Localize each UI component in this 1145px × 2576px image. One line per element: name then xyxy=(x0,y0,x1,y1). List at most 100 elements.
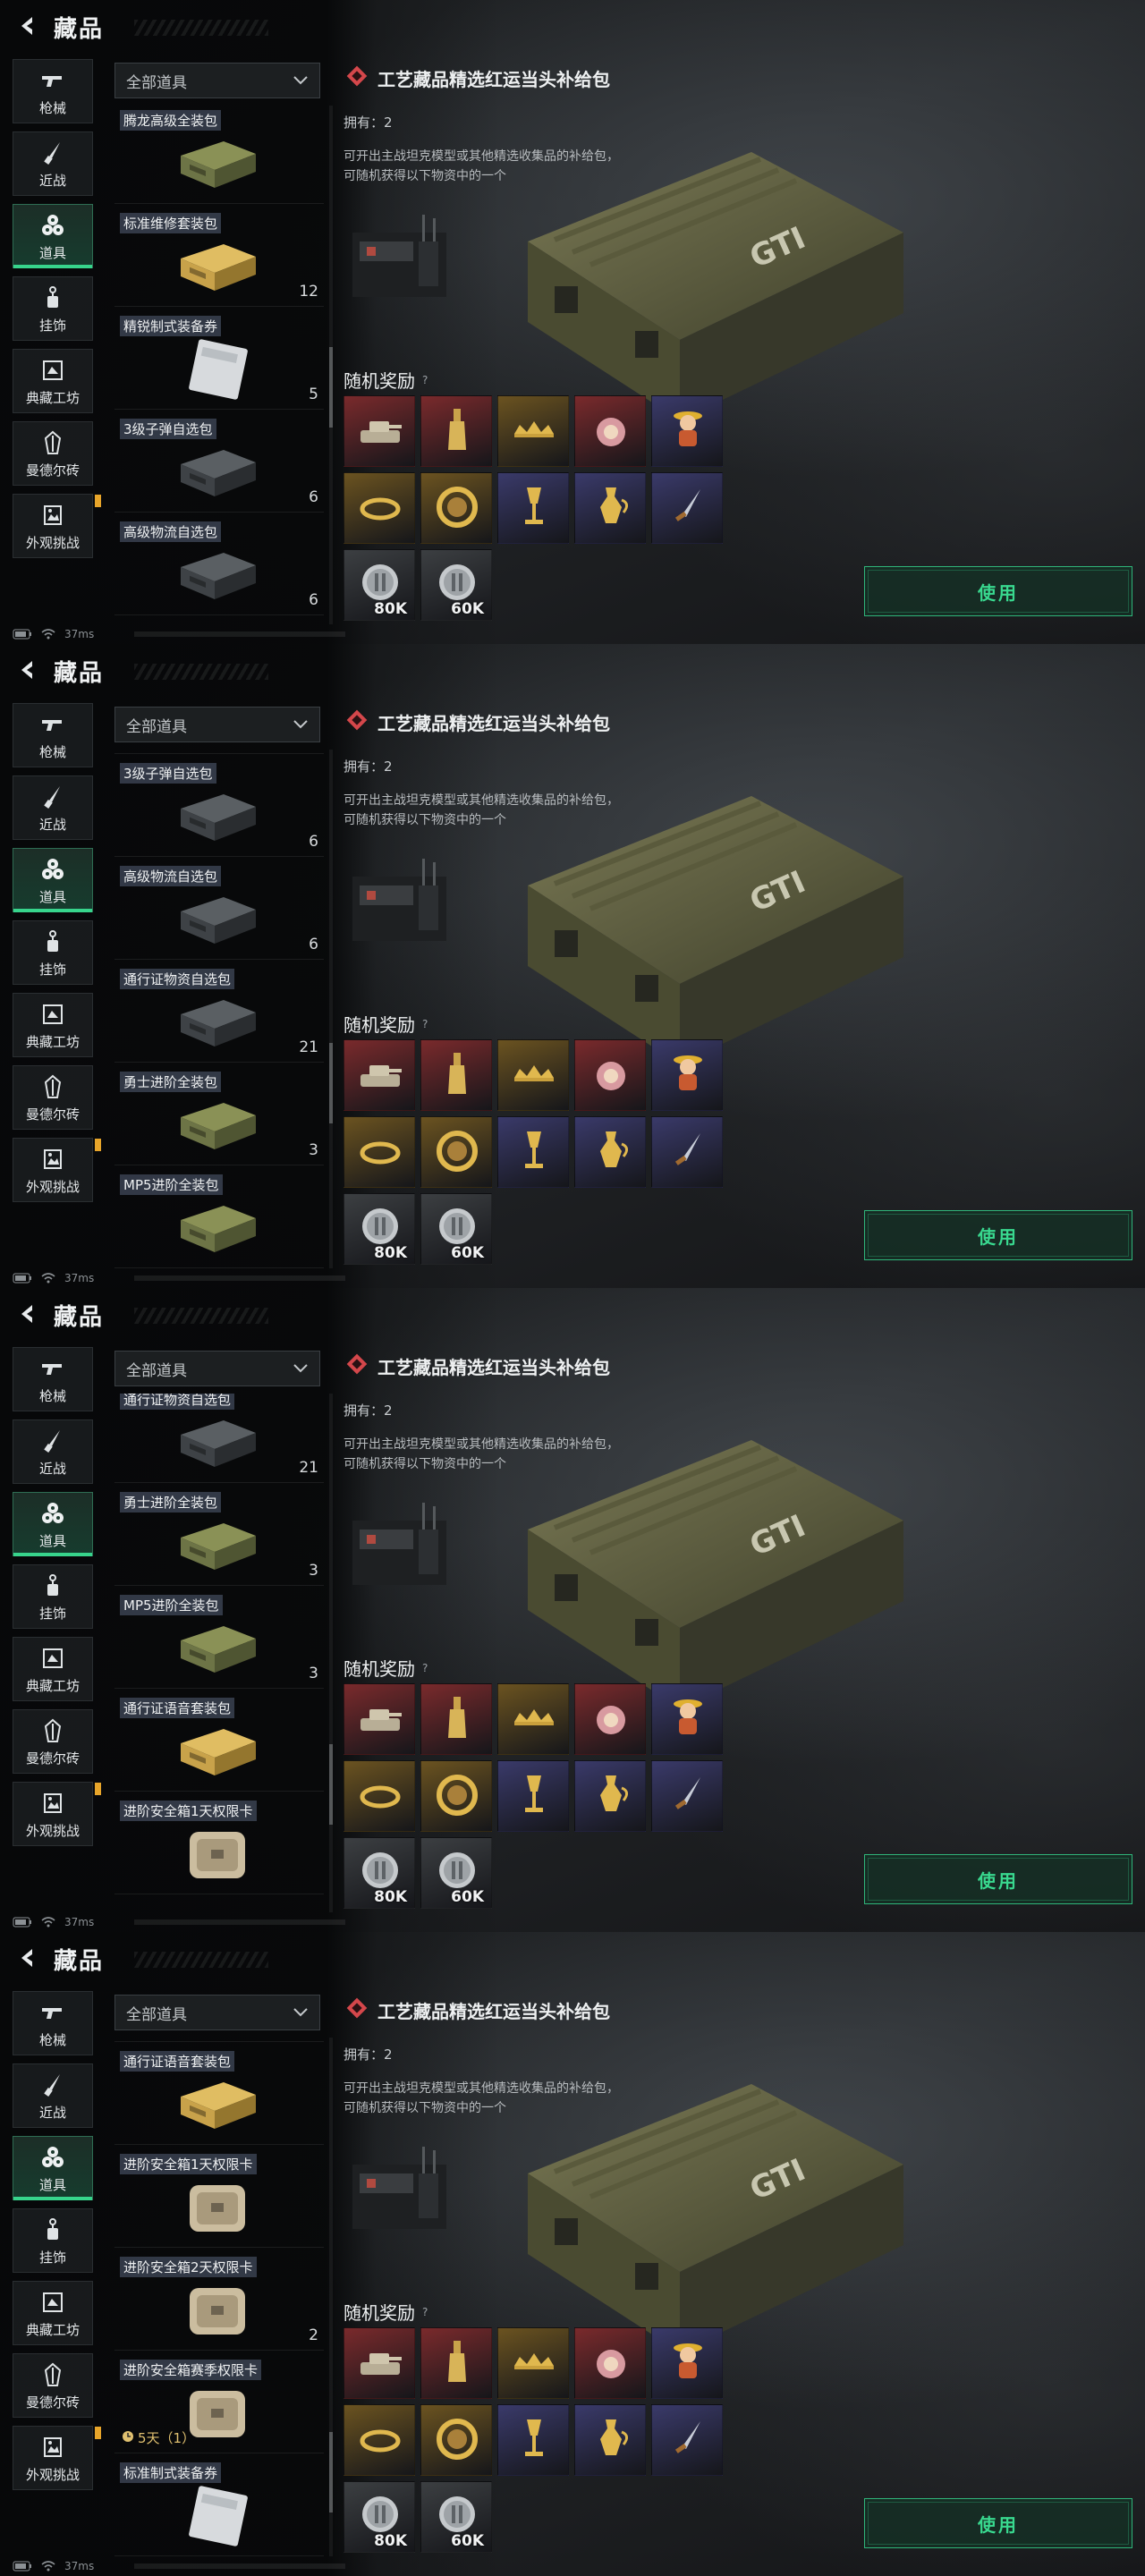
nav-item[interactable]: 枪械 xyxy=(13,1347,93,1411)
filter-dropdown[interactable]: 全部道具 xyxy=(114,63,320,98)
list-item[interactable]: 3级子弹自选包 6 xyxy=(114,414,324,513)
list-item[interactable]: 3级子弹自选包 6 xyxy=(114,758,324,857)
nav-item[interactable]: 道具 xyxy=(13,848,93,912)
reward-item[interactable] xyxy=(574,472,646,544)
reward-item[interactable]: 80K xyxy=(344,2481,415,2553)
nav-item[interactable]: 挂饰 xyxy=(13,2208,93,2273)
nav-item[interactable]: 典藏工坊 xyxy=(13,349,93,413)
filter-dropdown[interactable]: 全部道具 xyxy=(114,707,320,742)
use-button[interactable]: 使用 xyxy=(864,566,1132,616)
scrollbar-thumb[interactable] xyxy=(329,2432,333,2512)
list-item[interactable]: 通行证语音套装包 xyxy=(114,2046,324,2145)
list-item[interactable]: MP5进阶全装包 3 xyxy=(114,1590,324,1689)
nav-item[interactable]: 挂饰 xyxy=(13,1564,93,1629)
list-item[interactable]: 勇士进阶全装包 3 xyxy=(114,1067,324,1165)
nav-item[interactable]: 近战 xyxy=(13,2063,93,2128)
nav-item[interactable]: 枪械 xyxy=(13,703,93,767)
use-button[interactable]: 使用 xyxy=(864,2498,1132,2548)
reward-item[interactable] xyxy=(651,1760,723,1832)
reward-item[interactable] xyxy=(420,395,492,467)
reward-item[interactable] xyxy=(344,2404,415,2476)
help-icon[interactable]: ? xyxy=(422,2306,428,2318)
nav-item[interactable]: 外观挑战 xyxy=(13,494,101,558)
reward-item[interactable] xyxy=(651,1039,723,1111)
list-item[interactable]: 进阶安全箱2天权限卡 2 xyxy=(114,2252,324,2351)
list-item[interactable]: 标准维修套装包 12 xyxy=(114,208,324,307)
nav-item[interactable]: 挂饰 xyxy=(13,276,93,341)
nav-item[interactable]: 道具 xyxy=(13,204,93,268)
reward-item[interactable] xyxy=(344,1760,415,1832)
use-button[interactable]: 使用 xyxy=(864,1854,1132,1904)
reward-item[interactable] xyxy=(574,1039,646,1111)
nav-item[interactable]: 道具 xyxy=(13,2136,93,2200)
reward-item[interactable]: 60K xyxy=(420,1193,492,1265)
reward-item[interactable] xyxy=(497,395,569,467)
reward-item[interactable] xyxy=(574,1683,646,1755)
nav-item[interactable]: 典藏工坊 xyxy=(13,2281,93,2345)
list-item[interactable]: MP5进阶全装包 xyxy=(114,1170,324,1268)
reward-item[interactable] xyxy=(574,1760,646,1832)
nav-item[interactable]: 近战 xyxy=(13,775,93,840)
list-item[interactable]: 高级物流自选包 6 xyxy=(114,861,324,960)
scrollbar-thumb[interactable] xyxy=(329,1744,333,1825)
help-icon[interactable]: ? xyxy=(422,374,428,386)
list-item[interactable]: 精锐制式装备券 5 xyxy=(114,311,324,410)
reward-item[interactable] xyxy=(651,1116,723,1188)
reward-item[interactable] xyxy=(497,1039,569,1111)
list-scrollbar[interactable] xyxy=(329,106,333,624)
reward-item[interactable] xyxy=(420,1760,492,1832)
list-item[interactable]: 通行证物资自选包 21 xyxy=(114,1394,324,1483)
nav-item[interactable]: 典藏工坊 xyxy=(13,993,93,1057)
reward-item[interactable] xyxy=(344,1039,415,1111)
help-icon[interactable]: ? xyxy=(422,1662,428,1674)
reward-item[interactable] xyxy=(497,2327,569,2399)
reward-item[interactable] xyxy=(497,1116,569,1188)
back-button[interactable] xyxy=(13,1945,43,1975)
reward-item[interactable] xyxy=(651,1683,723,1755)
nav-item[interactable]: 枪械 xyxy=(13,1991,93,2055)
scrollbar-thumb[interactable] xyxy=(329,347,333,428)
use-button[interactable]: 使用 xyxy=(864,1210,1132,1260)
reward-item[interactable] xyxy=(574,2404,646,2476)
reward-item[interactable]: 80K xyxy=(344,549,415,621)
list-item[interactable]: 勇士进阶全装包 3 xyxy=(114,1487,324,1586)
back-button[interactable] xyxy=(13,13,43,43)
reward-item[interactable] xyxy=(344,2327,415,2399)
nav-item[interactable]: 外观挑战 xyxy=(13,2426,101,2490)
list-item[interactable]: 高级物流自选包 6 xyxy=(114,517,324,615)
list-item[interactable]: 进阶安全箱赛季权限卡 5天（1） xyxy=(114,2355,324,2453)
list-item[interactable]: 进阶安全箱1天权限卡 xyxy=(114,2149,324,2248)
reward-item[interactable] xyxy=(420,2404,492,2476)
nav-item[interactable]: 曼德尔砖 xyxy=(13,2353,93,2418)
nav-item[interactable]: 枪械 xyxy=(13,59,93,123)
back-button[interactable] xyxy=(13,1301,43,1331)
list-item[interactable]: 3 xyxy=(114,2038,324,2042)
reward-item[interactable] xyxy=(651,395,723,467)
nav-item[interactable]: 挂饰 xyxy=(13,920,93,985)
filter-dropdown[interactable]: 全部道具 xyxy=(114,1351,320,1386)
list-item[interactable]: 进阶安全箱1天权限卡 xyxy=(114,1796,324,1894)
reward-item[interactable] xyxy=(651,2327,723,2399)
reward-item[interactable] xyxy=(420,472,492,544)
reward-item[interactable]: 60K xyxy=(420,1837,492,1909)
filter-dropdown[interactable]: 全部道具 xyxy=(114,1995,320,2030)
reward-item[interactable] xyxy=(651,2404,723,2476)
reward-item[interactable] xyxy=(420,2327,492,2399)
nav-item[interactable]: 外观挑战 xyxy=(13,1138,101,1202)
list-scrollbar[interactable] xyxy=(329,2038,333,2556)
reward-item[interactable] xyxy=(344,1683,415,1755)
nav-item[interactable]: 曼德尔砖 xyxy=(13,1709,93,1774)
reward-item[interactable] xyxy=(344,472,415,544)
nav-item[interactable]: 近战 xyxy=(13,131,93,196)
nav-item[interactable]: 道具 xyxy=(13,1492,93,1556)
list-scrollbar[interactable] xyxy=(329,1394,333,1912)
list-scrollbar[interactable] xyxy=(329,750,333,1268)
reward-item[interactable]: 80K xyxy=(344,1837,415,1909)
list-item[interactable]: 腾龙高级全装包 xyxy=(114,106,324,204)
back-button[interactable] xyxy=(13,657,43,687)
reward-item[interactable] xyxy=(344,1116,415,1188)
reward-item[interactable] xyxy=(574,1116,646,1188)
reward-item[interactable]: 80K xyxy=(344,1193,415,1265)
nav-item[interactable]: 外观挑战 xyxy=(13,1782,101,1846)
reward-item[interactable] xyxy=(497,472,569,544)
